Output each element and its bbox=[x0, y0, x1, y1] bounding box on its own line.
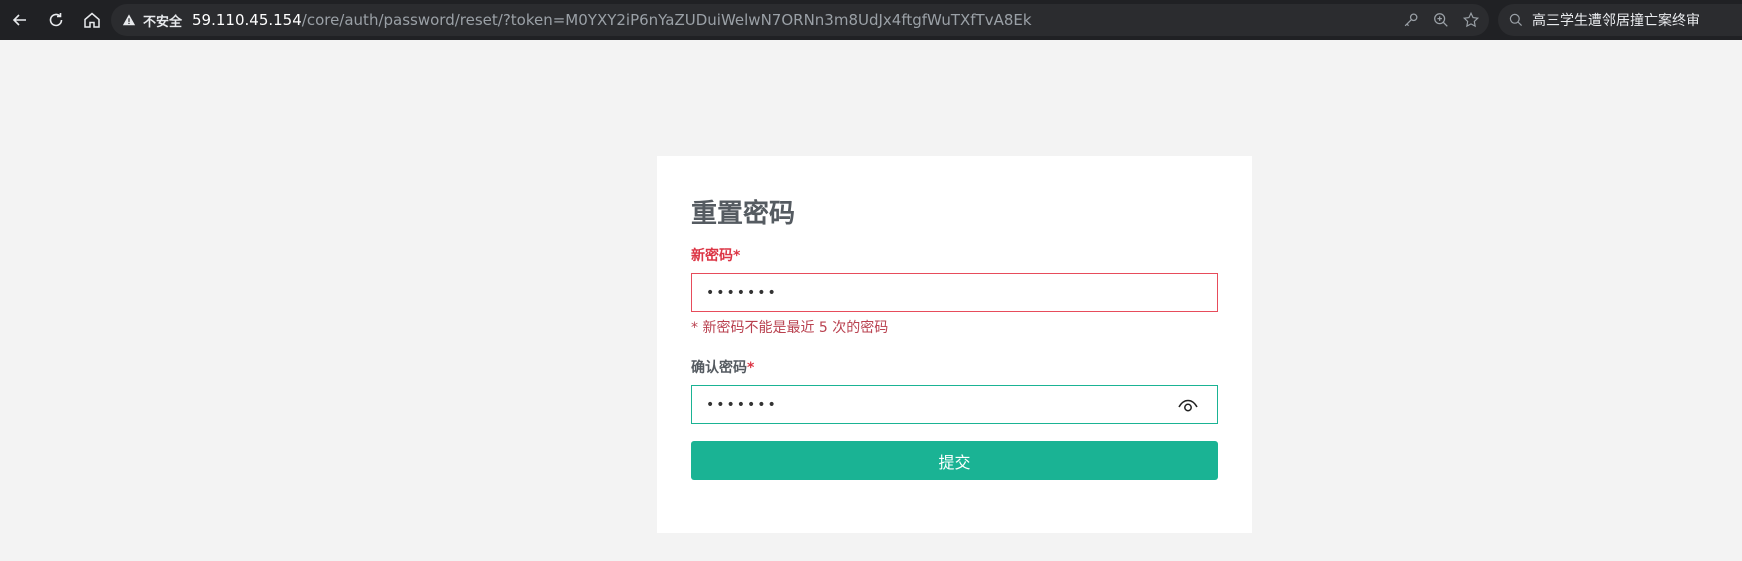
page-body: 重置密码 新密码* ••••••• * 新密码不能是最近 5 次的密码 确认密码… bbox=[0, 42, 1742, 561]
new-password-input[interactable]: ••••••• bbox=[691, 273, 1218, 312]
browser-search-box[interactable]: 高三学生遭邻居撞亡案终审 bbox=[1498, 4, 1742, 36]
confirm-password-value: ••••••• bbox=[706, 396, 778, 413]
confirm-password-label: 确认密码* bbox=[691, 358, 1218, 378]
address-bar-actions bbox=[1401, 4, 1481, 36]
back-button[interactable] bbox=[2, 0, 38, 40]
reload-button[interactable] bbox=[38, 0, 74, 40]
zoom-icon[interactable] bbox=[1431, 10, 1451, 30]
confirm-password-label-text: 确认密码 bbox=[691, 360, 747, 376]
new-password-label-text: 新密码 bbox=[691, 248, 733, 264]
new-password-label: 新密码* bbox=[691, 246, 1218, 266]
warning-icon bbox=[121, 12, 137, 28]
eye-icon[interactable] bbox=[1177, 395, 1199, 417]
home-button[interactable] bbox=[74, 0, 110, 40]
submit-button[interactable]: 提交 bbox=[691, 441, 1218, 480]
confirm-password-input[interactable]: ••••••• bbox=[691, 385, 1218, 424]
required-mark: * bbox=[733, 248, 741, 264]
url-host: 59.110.45.154 bbox=[192, 11, 302, 29]
search-text: 高三学生遭邻居撞亡案终审 bbox=[1532, 13, 1700, 29]
insecure-label[interactable]: 不安全 bbox=[143, 11, 182, 30]
back-icon bbox=[12, 14, 26, 26]
page-title: 重置密码 bbox=[691, 199, 796, 229]
home-icon bbox=[84, 12, 100, 28]
address-bar[interactable]: 不安全 59.110.45.154 /core/auth/password/re… bbox=[111, 4, 1489, 36]
reload-icon bbox=[49, 13, 63, 27]
search-icon bbox=[1509, 13, 1523, 27]
star-icon[interactable] bbox=[1461, 10, 1481, 30]
new-password-error: * 新密码不能是最近 5 次的密码 bbox=[691, 320, 889, 336]
required-mark: * bbox=[747, 360, 755, 376]
url-path: /core/auth/password/reset/?token=M0YXY2i… bbox=[301, 11, 1032, 29]
browser-toolbar: 不安全 59.110.45.154 /core/auth/password/re… bbox=[0, 0, 1742, 40]
new-password-value: ••••••• bbox=[706, 284, 778, 301]
reset-password-card: 重置密码 新密码* ••••••• * 新密码不能是最近 5 次的密码 确认密码… bbox=[657, 156, 1252, 533]
key-icon[interactable] bbox=[1401, 10, 1421, 30]
